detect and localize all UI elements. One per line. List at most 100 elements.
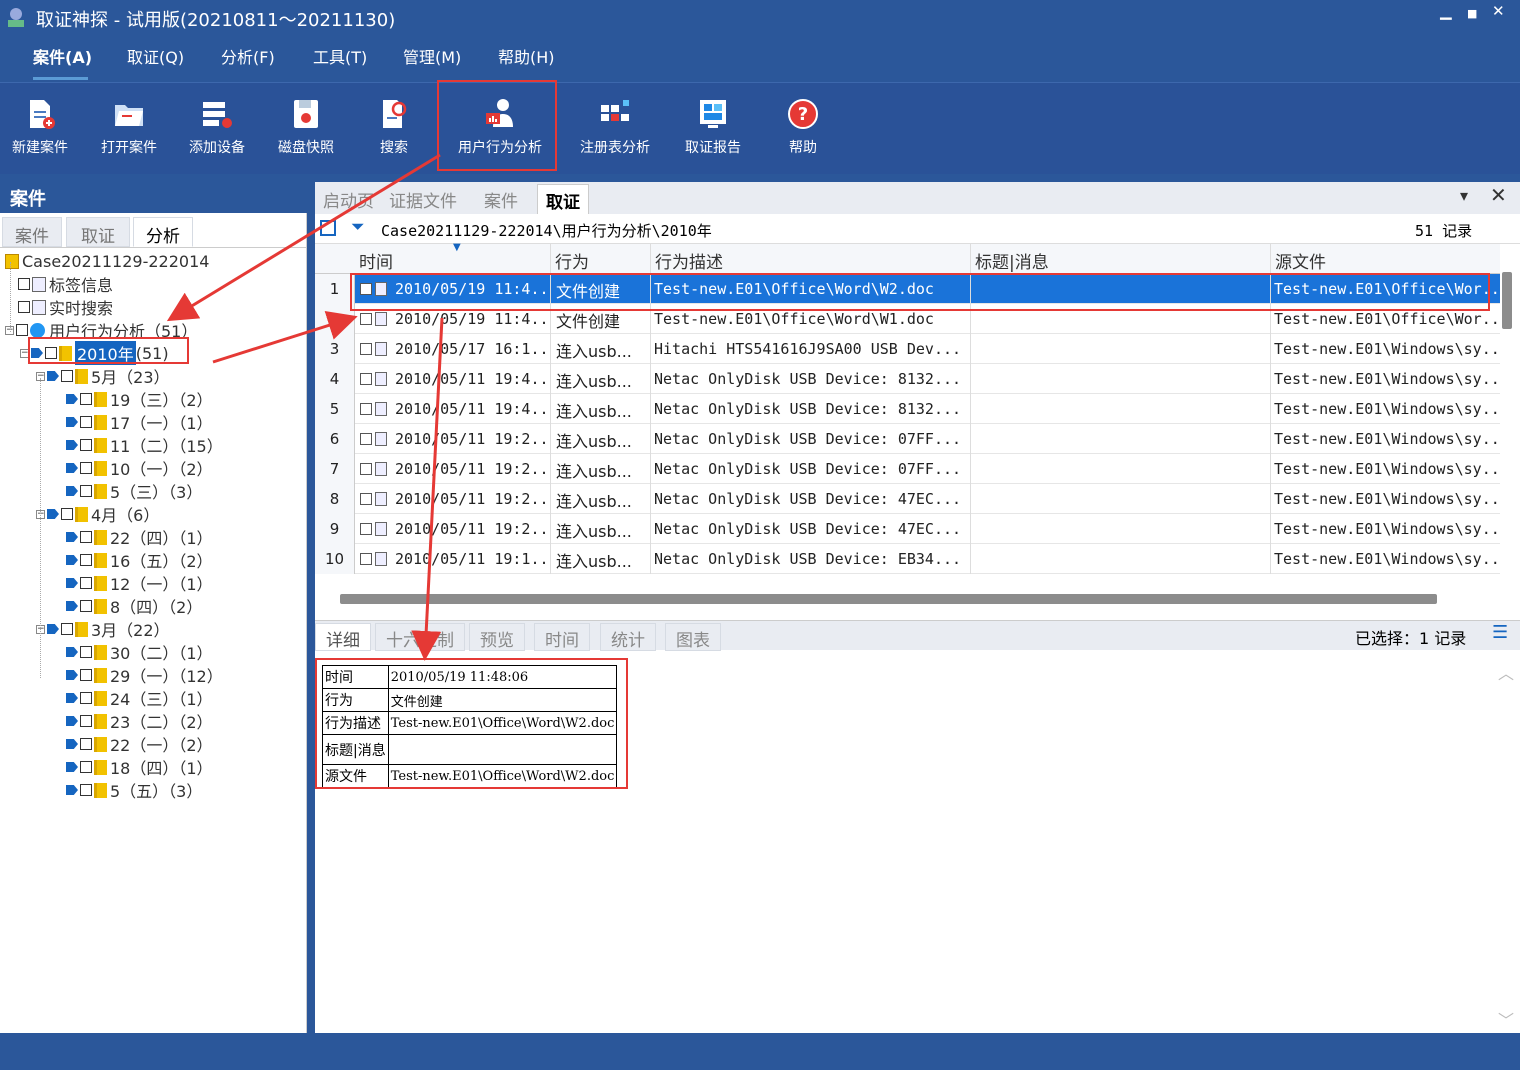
row-checkbox[interactable] xyxy=(360,493,372,505)
filter-icon[interactable]: ⏷ xyxy=(351,217,365,237)
table-row[interactable]: 3 2010/05/17 16:1... 连入usb... Hitachi HT… xyxy=(315,334,1500,364)
tree-node-month[interactable]: −3月（22） xyxy=(36,618,170,640)
table-row[interactable]: 5 2010/05/11 19:4... 连入usb... Netac Only… xyxy=(315,394,1500,424)
tree-node-day[interactable]: 10（一）（2） xyxy=(66,457,213,479)
tree-node-day[interactable]: 30（二）（1） xyxy=(66,641,213,663)
row-checkbox[interactable] xyxy=(360,433,372,445)
table-row[interactable]: 9 2010/05/11 19:2... 连入usb... Netac Only… xyxy=(315,514,1500,544)
scroll-up-icon[interactable]: ︿ xyxy=(1498,660,1514,684)
add-device-button[interactable]: 添加设备 xyxy=(182,83,252,175)
tab-hex[interactable]: 十六进制 xyxy=(375,623,465,651)
checkbox[interactable] xyxy=(80,646,92,658)
maximize-button[interactable]: ■ xyxy=(1467,7,1477,20)
tree-node-day[interactable]: 17（一）（1） xyxy=(66,411,213,433)
tab-statistics[interactable]: 统计 xyxy=(600,623,656,651)
left-tab-analysis[interactable]: 分析 xyxy=(133,217,193,247)
row-checkbox[interactable] xyxy=(360,403,372,415)
tree-node-day[interactable]: 16（五）（2） xyxy=(66,549,213,571)
table-row[interactable]: 8 2010/05/11 19:2... 连入usb... Netac Only… xyxy=(315,484,1500,514)
tree-node-day[interactable]: 11（二）（15） xyxy=(66,434,223,456)
table-row[interactable]: 10 2010/05/11 19:1... 连入usb... Netac Onl… xyxy=(315,544,1500,574)
menu-case[interactable]: 案件(A) xyxy=(33,44,92,68)
checkbox[interactable] xyxy=(18,278,30,290)
tab-start-page[interactable]: 启动页 xyxy=(315,184,382,214)
checkbox[interactable] xyxy=(80,577,92,589)
row-checkbox[interactable] xyxy=(360,343,372,355)
checkbox[interactable] xyxy=(61,623,73,635)
tree-node-day[interactable]: 22（四）（1） xyxy=(66,526,213,548)
tree-node-tag-info[interactable]: 标签信息 xyxy=(18,273,113,295)
row-checkbox[interactable] xyxy=(360,553,372,565)
checkbox[interactable] xyxy=(80,531,92,543)
checkbox[interactable] xyxy=(80,600,92,612)
tab-case[interactable]: 案件 xyxy=(476,184,526,214)
left-tab-case[interactable]: 案件 xyxy=(2,217,62,247)
row-checkbox[interactable] xyxy=(360,463,372,475)
col-title-message[interactable]: 标题|消息 xyxy=(975,248,1049,273)
checkbox[interactable] xyxy=(80,715,92,727)
new-case-button[interactable]: 新建案件 xyxy=(5,83,75,175)
checkbox[interactable] xyxy=(61,508,73,520)
list-settings-icon[interactable]: ☰ xyxy=(1492,622,1508,643)
row-checkbox[interactable] xyxy=(360,373,372,385)
left-tab-forensics[interactable]: 取证 xyxy=(66,217,130,247)
checkbox[interactable] xyxy=(80,784,92,796)
minimize-button[interactable]: ▁ xyxy=(1440,2,1452,20)
checkbox[interactable] xyxy=(80,416,92,428)
checkbox[interactable] xyxy=(80,761,92,773)
help-button[interactable]: ? 帮助 xyxy=(770,83,836,175)
checkbox[interactable] xyxy=(80,439,92,451)
open-case-button[interactable]: 打开案件 xyxy=(94,83,164,175)
export-icon[interactable] xyxy=(320,220,336,236)
tree-node-day[interactable]: 8（四）（2） xyxy=(66,595,202,617)
tree-node-day[interactable]: 22（一）（2） xyxy=(66,733,213,755)
checkbox[interactable] xyxy=(80,669,92,681)
forensic-report-button[interactable]: 取证报告 xyxy=(678,83,748,175)
tree-node-day[interactable]: 5（五）（3） xyxy=(66,779,202,801)
checkbox[interactable] xyxy=(80,738,92,750)
menu-tools[interactable]: 工具(T) xyxy=(313,44,367,68)
tab-time[interactable]: 时间 xyxy=(534,623,590,651)
tree-node-day[interactable]: 19（三）（2） xyxy=(66,388,213,410)
checkbox[interactable] xyxy=(80,462,92,474)
close-button[interactable]: ✕ xyxy=(1492,2,1505,20)
checkbox[interactable] xyxy=(80,485,92,497)
grid-vertical-scrollbar[interactable] xyxy=(1502,272,1512,329)
checkbox[interactable] xyxy=(80,393,92,405)
col-time[interactable]: 时间 xyxy=(359,248,393,273)
tab-evidence-files[interactable]: 证据文件 xyxy=(381,184,465,214)
checkbox[interactable] xyxy=(16,324,28,336)
table-row[interactable]: 7 2010/05/11 19:2... 连入usb... Netac Only… xyxy=(315,454,1500,484)
col-source-file[interactable]: 源文件 xyxy=(1275,248,1326,273)
search-button[interactable]: 搜索 xyxy=(364,83,424,175)
checkbox[interactable] xyxy=(80,554,92,566)
checkbox[interactable] xyxy=(18,301,30,313)
menu-forensics[interactable]: 取证(Q) xyxy=(127,44,184,68)
tree-node-day[interactable]: 29（一）（12） xyxy=(66,664,223,686)
menu-help[interactable]: 帮助(H) xyxy=(498,44,555,68)
grid-horizontal-scrollbar[interactable] xyxy=(340,594,1437,604)
row-checkbox[interactable] xyxy=(360,313,372,325)
tree-node-day[interactable]: 5（三）（3） xyxy=(66,480,202,502)
tree-node-day[interactable]: 24（三）（1） xyxy=(66,687,213,709)
row-checkbox[interactable] xyxy=(360,523,372,535)
col-description[interactable]: 行为描述 xyxy=(655,248,723,273)
menu-manage[interactable]: 管理(M) xyxy=(403,44,461,68)
tab-close-icon[interactable]: ✕ xyxy=(1490,183,1507,207)
menu-analysis[interactable]: 分析(F) xyxy=(221,44,275,68)
tree-node-day[interactable]: 18（四）（1） xyxy=(66,756,213,778)
tree-node-day[interactable]: 12（一）（1） xyxy=(66,572,213,594)
disk-snapshot-button[interactable]: 磁盘快照 xyxy=(271,83,341,175)
tree-node-month[interactable]: −4月（6） xyxy=(36,503,159,525)
tab-detail[interactable]: 详细 xyxy=(315,623,371,651)
tree-node-case-root[interactable]: Case20211129-222014 xyxy=(5,250,209,272)
tree-node-realtime-search[interactable]: 实时搜索 xyxy=(18,296,113,318)
tab-chart[interactable]: 图表 xyxy=(665,623,721,651)
tab-dropdown-icon[interactable]: ▾ xyxy=(1460,186,1468,205)
checkbox[interactable] xyxy=(80,692,92,704)
tree-node-day[interactable]: 23（二）（2） xyxy=(66,710,213,732)
tab-preview[interactable]: 预览 xyxy=(469,623,525,651)
table-row[interactable]: 6 2010/05/11 19:2... 连入usb... Netac Only… xyxy=(315,424,1500,454)
scroll-down-icon[interactable]: ﹀ xyxy=(1498,1007,1514,1031)
checkbox[interactable] xyxy=(61,370,73,382)
